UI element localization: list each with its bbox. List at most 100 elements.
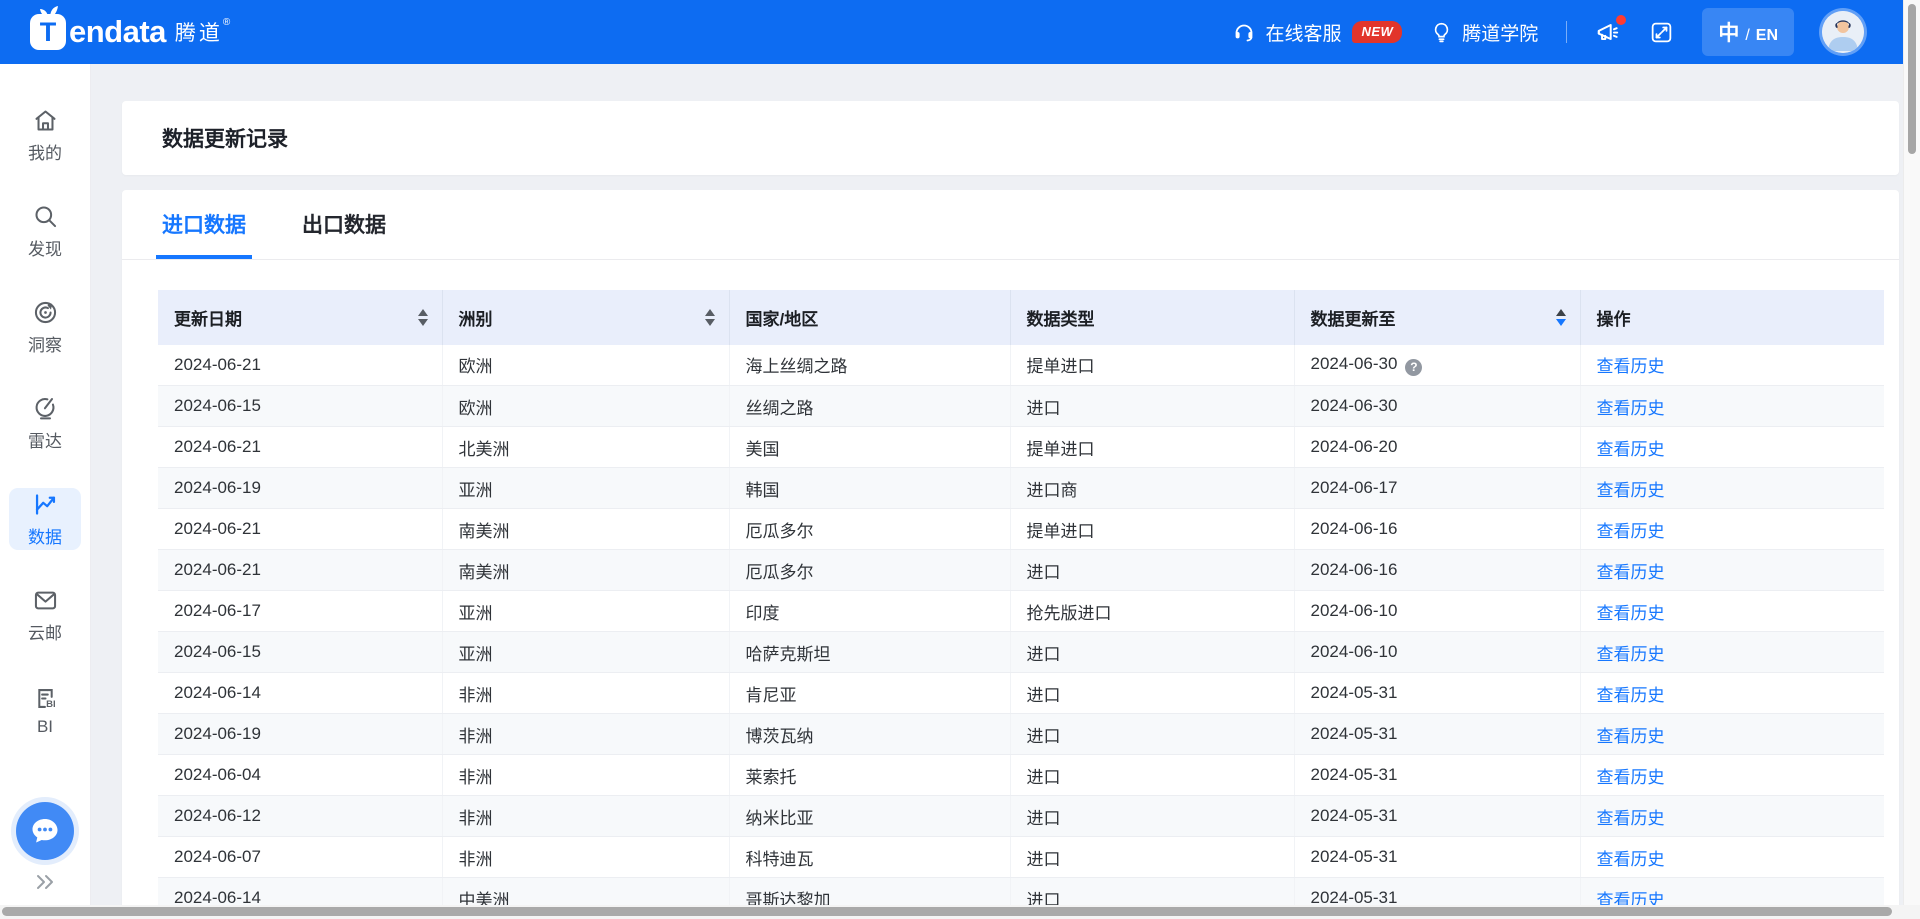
fullscreen-button[interactable] <box>1649 20 1674 45</box>
cell-update-date: 2024-06-21 <box>174 355 261 374</box>
cell-update-date: 2024-06-04 <box>174 765 261 784</box>
tendata-logo[interactable]: T endata 腾道® <box>30 14 233 50</box>
sidebar-item-label: 云邮 <box>28 619 62 644</box>
view-history-link[interactable]: 查看历史 <box>1597 357 1665 376</box>
cell-updated-to: 2024-05-31 <box>1311 847 1398 866</box>
cell-updated-to: 2024-06-30 <box>1311 354 1398 373</box>
vertical-scrollbar-thumb[interactable] <box>1908 4 1916 154</box>
view-history-link[interactable]: 查看历史 <box>1597 399 1665 418</box>
radar-icon <box>32 395 59 422</box>
page-title: 数据更新记录 <box>162 123 288 153</box>
column-header-data-type: 数据类型 <box>1027 310 1095 329</box>
view-history-link[interactable]: 查看历史 <box>1597 522 1665 541</box>
cell-continent: 亚洲 <box>459 645 493 664</box>
table-body: 2024-06-21 欧洲 海上丝绸之路 提单进口 2024-06-30? 查看… <box>158 345 1884 919</box>
cell-continent: 欧洲 <box>459 399 493 418</box>
cell-continent: 非洲 <box>459 686 493 705</box>
view-history-link[interactable]: 查看历史 <box>1597 727 1665 746</box>
cell-updated-to: 2024-06-30 <box>1311 396 1398 415</box>
view-history-link[interactable]: 查看历史 <box>1597 604 1665 623</box>
view-history-link[interactable]: 查看历史 <box>1597 809 1665 828</box>
view-history-link[interactable]: 查看历史 <box>1597 768 1665 787</box>
cell-continent: 亚洲 <box>459 604 493 623</box>
sidebar: 我的 发现 洞察 雷达 数据 云 <box>0 64 90 919</box>
chat-support-button[interactable] <box>16 802 74 860</box>
table-row: 2024-06-19 非洲 博茨瓦纳 进口 2024-05-31 查看历史 <box>158 714 1884 755</box>
view-history-link[interactable]: 查看历史 <box>1597 850 1665 869</box>
language-toggle[interactable]: 中 / EN <box>1702 8 1794 56</box>
sidebar-item-label: 洞察 <box>28 331 62 356</box>
cell-data-type: 进口 <box>1027 768 1061 787</box>
vertical-scrollbar[interactable] <box>1903 0 1920 919</box>
sort-icons-updated-to[interactable] <box>1556 309 1566 326</box>
cell-updated-to: 2024-05-31 <box>1311 765 1398 784</box>
cell-country: 哈萨克斯坦 <box>746 645 831 664</box>
cell-updated-to: 2024-05-31 <box>1311 806 1398 825</box>
table-row: 2024-06-12 非洲 纳米比亚 进口 2024-05-31 查看历史 <box>158 796 1884 837</box>
cell-continent: 北美洲 <box>459 440 510 459</box>
sort-icons-update-date[interactable] <box>418 309 428 326</box>
cell-country: 科特迪瓦 <box>746 850 814 869</box>
cell-update-date: 2024-06-12 <box>174 806 261 825</box>
view-history-link[interactable]: 查看历史 <box>1597 440 1665 459</box>
tab-export-data[interactable]: 出口数据 <box>302 190 386 259</box>
expand-icon <box>1649 20 1674 45</box>
cell-data-type: 进口 <box>1027 645 1061 664</box>
help-icon[interactable]: ? <box>1405 359 1422 376</box>
horizontal-scrollbar-thumb[interactable] <box>2 907 1892 916</box>
user-avatar[interactable] <box>1822 11 1864 53</box>
mail-icon <box>32 587 59 614</box>
announcements-button[interactable] <box>1595 19 1621 45</box>
sidebar-expand-button[interactable] <box>32 872 58 892</box>
sidebar-item-radar[interactable]: 雷达 <box>9 392 81 454</box>
table-wrapper: 更新日期 洲别 国家/地区 数据类型 数据更新至 操 <box>122 260 1899 919</box>
cell-country: 美国 <box>746 440 780 459</box>
sidebar-item-data[interactable]: 数据 <box>9 488 81 550</box>
logo-mark-icon: T <box>30 14 66 50</box>
cell-country: 纳米比亚 <box>746 809 814 828</box>
sidebar-item-bi[interactable]: BI BI <box>9 680 81 742</box>
nav-divider <box>1566 21 1567 43</box>
cell-update-date: 2024-06-17 <box>174 601 261 620</box>
lang-en: EN <box>1756 27 1778 45</box>
cell-continent: 南美洲 <box>459 563 510 582</box>
cell-updated-to: 2024-05-31 <box>1311 724 1398 743</box>
nav-academy[interactable]: 腾道学院 <box>1430 19 1538 46</box>
cell-update-date: 2024-06-19 <box>174 478 261 497</box>
main-content: 数据更新记录 进口数据 出口数据 更新日期 洲别 <box>90 64 1903 919</box>
view-history-link[interactable]: 查看历史 <box>1597 686 1665 705</box>
tab-bar: 进口数据 出口数据 <box>122 190 1899 260</box>
cell-update-date: 2024-06-21 <box>174 519 261 538</box>
sidebar-item-mine[interactable]: 我的 <box>9 104 81 166</box>
registered-mark: ® <box>223 17 233 28</box>
tab-import-data[interactable]: 进口数据 <box>162 190 246 259</box>
lang-separator: / <box>1745 27 1749 45</box>
sidebar-item-discover[interactable]: 发现 <box>9 200 81 262</box>
table-row: 2024-06-21 欧洲 海上丝绸之路 提单进口 2024-06-30? 查看… <box>158 345 1884 386</box>
cell-data-type: 进口 <box>1027 809 1061 828</box>
cell-data-type: 进口 <box>1027 850 1061 869</box>
sidebar-item-insight[interactable]: 洞察 <box>9 296 81 358</box>
view-history-link[interactable]: 查看历史 <box>1597 481 1665 500</box>
sidebar-footer <box>16 802 74 892</box>
sort-icons-continent[interactable] <box>705 309 715 326</box>
cell-update-date: 2024-06-15 <box>174 642 261 661</box>
bulb-icon <box>1430 21 1453 44</box>
cell-continent: 非洲 <box>459 850 493 869</box>
cell-update-date: 2024-06-15 <box>174 396 261 415</box>
table-header: 更新日期 洲别 国家/地区 数据类型 数据更新至 操 <box>158 290 1884 345</box>
column-header-continent: 洲别 <box>459 305 493 330</box>
cell-data-type: 抢先版进口 <box>1027 604 1112 623</box>
sidebar-item-cloudmail[interactable]: 云邮 <box>9 584 81 646</box>
cell-data-type: 进口商 <box>1027 481 1078 500</box>
cell-country: 厄瓜多尔 <box>746 563 814 582</box>
bi-icon: BI <box>32 685 59 712</box>
nav-online-service[interactable]: 在线客服 NEW <box>1232 19 1402 46</box>
cell-country: 肯尼亚 <box>746 686 797 705</box>
view-history-link[interactable]: 查看历史 <box>1597 563 1665 582</box>
notification-dot <box>1616 15 1626 25</box>
cell-country: 厄瓜多尔 <box>746 522 814 541</box>
cell-data-type: 进口 <box>1027 727 1061 746</box>
view-history-link[interactable]: 查看历史 <box>1597 645 1665 664</box>
horizontal-scrollbar[interactable] <box>0 905 1920 919</box>
